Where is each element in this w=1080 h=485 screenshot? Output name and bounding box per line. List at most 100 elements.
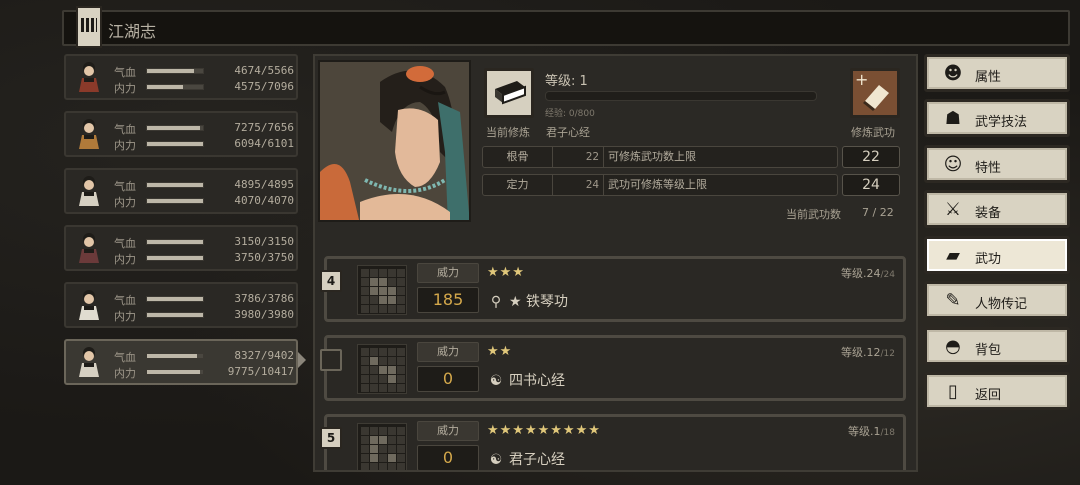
mp-bar <box>146 84 204 90</box>
skill-name-row: ☯ 君子心经 <box>487 449 565 469</box>
star-rating: ★★★ <box>487 265 525 280</box>
hp-bar <box>146 68 204 74</box>
mp-label: 内力 <box>114 139 136 152</box>
menu-label: 属性 <box>975 70 1002 85</box>
star-rating: ★★★★★★★★★ <box>487 423 601 438</box>
character-card[interactable]: 气血 3786/3786 内力 3980/3980 <box>64 282 298 328</box>
menu-button-person[interactable]: ☻ 属性 <box>924 54 1070 92</box>
mp-bar <box>146 312 204 318</box>
character-avatar <box>70 58 108 96</box>
mp-label: 内力 <box>114 253 136 266</box>
skill-grid-icon <box>357 265 407 315</box>
trait-icon: ☺ <box>943 154 963 175</box>
character-avatar <box>70 229 108 267</box>
mp-row: 内力 6094/6101 <box>114 137 294 152</box>
attribute-box-value: 22 <box>842 146 900 168</box>
menu-button-exit-door[interactable]: ▯ 返回 <box>924 372 1070 410</box>
menu-button-sword[interactable]: ⚔ 装备 <box>924 190 1070 228</box>
mp-row: 内力 9775/10417 <box>114 365 294 380</box>
skill-name: 君子心经 <box>509 452 565 468</box>
attribute-name: 定力 <box>483 175 553 195</box>
attribute-name: 根骨 <box>483 147 553 167</box>
hp-row: 气血 3150/3150 <box>114 235 294 250</box>
character-card[interactable]: 气血 4674/5566 内力 4575/7096 <box>64 54 298 100</box>
menu-label: 特性 <box>975 161 1002 176</box>
mp-bar <box>146 255 204 261</box>
menu-label: 背包 <box>975 343 1002 358</box>
power-value: 0 <box>417 366 479 392</box>
slot-badge[interactable]: 4 <box>320 270 342 292</box>
mp-row: 内力 3980/3980 <box>114 308 294 323</box>
skill-card[interactable]: 威力 185 ★★★ 等级.24/24 ⚲ ★ 铁琴功 <box>324 256 906 322</box>
mp-row: 内力 4575/7096 <box>114 80 294 95</box>
current-book-icon <box>484 68 534 118</box>
skill-level: 等级.12/12 <box>841 346 895 359</box>
power-label: 威力 <box>417 342 479 362</box>
hp-label: 气血 <box>114 180 136 193</box>
hp-label: 气血 <box>114 66 136 79</box>
level-display: 等级: 1 <box>545 74 588 89</box>
character-card[interactable]: 气血 8327/9402 内力 9775/10417 <box>64 339 298 385</box>
menu-button-book[interactable]: ▰ 武功 <box>924 236 1070 274</box>
hp-label: 气血 <box>114 237 136 250</box>
hp-value: 8327/9402 <box>234 349 294 362</box>
power-label: 威力 <box>417 421 479 441</box>
menu-button-fighter[interactable]: ☗ 武学技法 <box>924 99 1070 137</box>
hp-row: 气血 8327/9402 <box>114 349 294 364</box>
skill-level: 等级.24/24 <box>841 267 895 280</box>
exp-text: 经验: 0/800 <box>545 109 595 119</box>
skill-grid-icon <box>357 423 407 470</box>
mp-label: 内力 <box>114 310 136 323</box>
skill-card[interactable]: 威力 0 ★★★★★★★★★ 等级.1/18 ☯ 君子心经 <box>324 414 906 470</box>
power-value: 0 <box>417 445 479 470</box>
star-rating: ★★ <box>487 344 513 359</box>
menu-button-bag[interactable]: ◓ 背包 <box>924 327 1070 365</box>
character-portrait <box>318 60 471 222</box>
current-training-label: 当前修炼 <box>486 126 530 139</box>
hp-value: 3786/3786 <box>234 292 294 305</box>
book-icon: ▰ <box>946 245 960 266</box>
bag-icon: ◓ <box>945 336 961 357</box>
skill-list[interactable]: 威力 185 ★★★ 等级.24/24 ⚲ ★ 铁琴功 威力 0 ★★ 等级.12… <box>320 230 914 470</box>
character-avatar <box>70 172 108 210</box>
hp-bar <box>146 125 204 131</box>
page-title: 江湖志 <box>108 22 157 41</box>
menu-button-biography[interactable]: ✎ 人物传记 <box>924 281 1070 319</box>
menu-label: 装备 <box>975 206 1002 221</box>
mp-value: 6094/6101 <box>234 137 294 150</box>
yin-yang-icon: ☯ <box>489 452 503 468</box>
learn-skill-button[interactable]: + <box>850 68 900 118</box>
exp-bar <box>545 91 817 101</box>
mp-value: 3750/3750 <box>234 251 294 264</box>
hp-bar <box>146 239 204 245</box>
mp-value: 9775/10417 <box>227 365 294 378</box>
attribute-value: 22 <box>585 150 599 163</box>
attribute-desc: 武功可修炼等级上限 <box>603 175 707 195</box>
fighter-icon: ☗ <box>944 108 962 129</box>
menu-label: 人物传记 <box>975 297 1028 312</box>
mp-label: 内力 <box>114 367 136 380</box>
menu-label: 武功 <box>975 252 1002 267</box>
current-training-skill: 君子心经 <box>546 126 590 139</box>
mp-bar <box>146 198 204 204</box>
hp-row: 气血 7275/7656 <box>114 121 294 136</box>
scroll-icon <box>76 6 102 48</box>
attribute-desc: 可修炼武功数上限 <box>603 147 696 167</box>
power-value: 185 <box>417 287 479 313</box>
skill-name: 四书心经 <box>509 373 565 389</box>
character-card[interactable]: 气血 7275/7656 内力 6094/6101 <box>64 111 298 157</box>
character-card[interactable]: 气血 4895/4895 内力 4070/4070 <box>64 168 298 214</box>
slot-badge[interactable] <box>320 349 342 371</box>
skill-card[interactable]: 威力 0 ★★ 等级.12/12 ☯ 四书心经 <box>324 335 906 401</box>
character-avatar <box>70 115 108 153</box>
character-card[interactable]: 气血 3150/3150 内力 3750/3750 <box>64 225 298 271</box>
menu-button-trait[interactable]: ☺ 特性 <box>924 145 1070 183</box>
yin-yang-icon: ☯ <box>489 373 503 389</box>
mp-row: 内力 3750/3750 <box>114 251 294 266</box>
menu-label: 返回 <box>975 388 1002 403</box>
skill-name: ★ 铁琴功 <box>509 294 569 310</box>
slot-badge[interactable]: 5 <box>320 427 342 449</box>
learn-skill-label: 修炼武功 <box>851 126 895 139</box>
mp-value: 4575/7096 <box>234 80 294 93</box>
hp-row: 气血 4895/4895 <box>114 178 294 193</box>
